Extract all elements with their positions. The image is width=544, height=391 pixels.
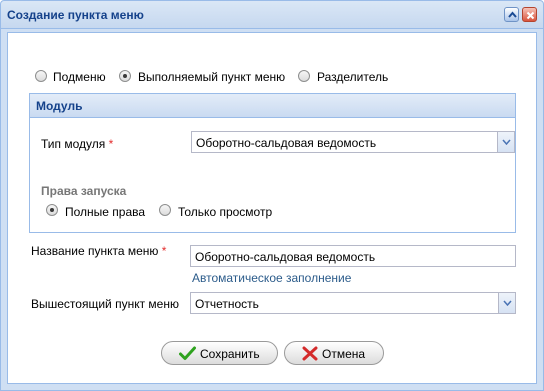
rights-title: Права запуска — [41, 184, 127, 198]
save-button[interactable]: Сохранить — [161, 341, 278, 365]
close-icon — [526, 11, 535, 20]
module-fieldset-title: Модуль — [36, 99, 83, 113]
module-fieldset: Модуль Тип модуля * Оборотно-сальдовая в… — [29, 93, 516, 233]
radio-view-only-label[interactable]: Только просмотр — [178, 205, 272, 219]
dialog-window: Создание пункта меню Подменю Выполняемый… — [0, 0, 544, 391]
radio-full-rights-label[interactable]: Полные права — [65, 205, 145, 219]
title-bar[interactable]: Создание пункта меню — [1, 1, 543, 29]
module-type-value: Оборотно-сальдовая ведомость — [196, 136, 377, 150]
radio-separator-label[interactable]: Разделитель — [317, 70, 388, 84]
parent-item-combo[interactable]: Отчетность — [190, 292, 516, 314]
save-button-label: Сохранить — [200, 347, 260, 361]
close-icon — [302, 346, 318, 361]
autofill-link[interactable]: Автоматическое заполнение — [192, 271, 351, 285]
radio-executable-item-label[interactable]: Выполняемый пункт меню — [138, 70, 285, 84]
parent-item-label: Вышестоящий пункт меню — [31, 297, 179, 311]
module-type-combo[interactable]: Оборотно-сальдовая ведомость — [191, 131, 515, 153]
radio-executable-item[interactable] — [119, 70, 131, 82]
chevron-down-icon — [502, 139, 511, 145]
radio-separator[interactable] — [298, 70, 310, 82]
radio-view-only[interactable] — [159, 204, 171, 216]
menu-item-name-value: Оборотно-сальдовая ведомость — [195, 250, 376, 264]
menu-item-name-input[interactable]: Оборотно-сальдовая ведомость — [190, 245, 516, 267]
parent-item-value: Отчетность — [195, 297, 259, 311]
chevron-up-icon — [508, 11, 517, 18]
module-type-label: Тип модуля * — [41, 137, 114, 151]
checkmark-icon — [179, 346, 196, 360]
dialog-body: Подменю Выполняемый пункт меню Разделите… — [7, 32, 537, 384]
radio-submenu-label[interactable]: Подменю — [53, 70, 106, 84]
radio-full-rights[interactable] — [46, 204, 58, 216]
parent-item-trigger[interactable] — [498, 293, 515, 313]
menu-item-name-label: Название пункта меню * — [31, 244, 167, 258]
cancel-button-label: Отмена — [322, 347, 366, 361]
module-fieldset-header: Модуль — [30, 94, 515, 118]
module-type-trigger[interactable] — [497, 132, 514, 152]
collapse-button[interactable] — [504, 7, 519, 22]
close-button[interactable] — [522, 7, 537, 22]
chevron-down-icon — [503, 300, 512, 306]
radio-submenu[interactable] — [35, 70, 47, 82]
window-title: Создание пункта меню — [7, 8, 144, 22]
cancel-button[interactable]: Отмена — [284, 341, 384, 365]
